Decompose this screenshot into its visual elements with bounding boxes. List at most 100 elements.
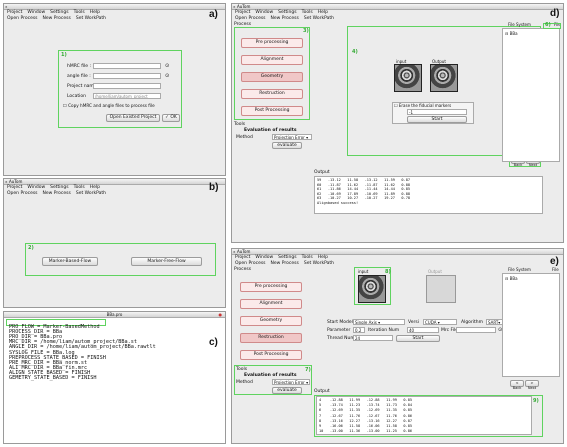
browse-hmrc-icon[interactable]: ⊙: [165, 63, 169, 69]
menu-tools[interactable]: Tools: [302, 10, 313, 15]
geometry-button[interactable]: Geometry: [240, 316, 302, 326]
angle-file-label: angle file :: [67, 74, 91, 79]
iteration-input[interactable]: 40: [407, 327, 439, 333]
menu-tools[interactable]: Tools: [74, 185, 85, 190]
menu-window[interactable]: Window: [255, 255, 273, 260]
menu-project[interactable]: Project: [7, 10, 22, 15]
start-button[interactable]: Start: [407, 116, 467, 123]
marker-based-flow-button[interactable]: Marker-Based-Flow: [42, 257, 98, 266]
thread-input[interactable]: 24: [353, 335, 393, 341]
marker-free-flow-button[interactable]: Marker-Free-Flow: [131, 257, 202, 266]
open-process-button[interactable]: Open Process: [7, 191, 38, 196]
location-label: Location: [67, 94, 87, 99]
menu-settings[interactable]: Settings: [50, 185, 68, 190]
open-process-button[interactable]: Open Process: [7, 16, 38, 21]
file-tab[interactable]: File: [552, 267, 559, 272]
box-number: 2): [28, 245, 34, 251]
start-model-label: Start Model: [327, 320, 353, 325]
location-input[interactable]: /home/liam/autom_project: [93, 93, 161, 99]
new-process-button[interactable]: New Process: [43, 16, 71, 21]
menu-tools[interactable]: Tools: [74, 10, 85, 15]
set-workpath-button[interactable]: Set WorkPath: [304, 16, 334, 21]
new-process-button[interactable]: New Process: [43, 191, 71, 196]
panel-label-d: d): [550, 8, 560, 19]
erase-checkbox[interactable]: ☐ Erase the fiducial markers: [394, 103, 451, 108]
preprocessing-button[interactable]: Pre processing: [241, 38, 303, 48]
output-image-label: Output: [428, 269, 442, 274]
restruction-button[interactable]: Restruction: [240, 333, 302, 343]
toolbar: Open Process New Process Set WorkPath: [4, 16, 225, 22]
new-process-button[interactable]: New Process: [271, 16, 299, 21]
next-button[interactable]: > Next: [525, 380, 539, 390]
evaluation-label: Evaluation of results: [244, 128, 297, 133]
method-select[interactable]: Projection Error ▾: [272, 134, 312, 140]
app-icon: ✕: [233, 5, 236, 9]
hmrc-file-input[interactable]: [93, 63, 161, 69]
app-icon: ✕: [233, 250, 236, 254]
menu-help[interactable]: Help: [318, 255, 328, 260]
set-workpath-button[interactable]: Set WorkPath: [76, 191, 106, 196]
panel-label-b: b): [209, 182, 219, 193]
start-button[interactable]: Start: [396, 335, 440, 342]
start-model-select[interactable]: Single Axis ▾: [353, 319, 405, 325]
input-label: input: [358, 269, 369, 274]
tools-label: Tools: [236, 367, 248, 372]
erase-value-input[interactable]: -1: [407, 109, 467, 115]
alignment-button[interactable]: Alignment: [240, 299, 302, 309]
menu-help[interactable]: Help: [90, 185, 100, 190]
copy-files-checkbox[interactable]: ☐ Copy hMRC and angle files to process f…: [63, 103, 155, 108]
tree-item-bba[interactable]: ⊟ BBa: [505, 31, 518, 36]
menu-window[interactable]: Window: [255, 10, 273, 15]
alignment-button[interactable]: Alignment: [241, 55, 303, 65]
menu-settings[interactable]: Settings: [278, 255, 296, 260]
project-name-input[interactable]: [93, 83, 161, 89]
open-process-button[interactable]: Open Process: [235, 16, 266, 21]
menu-window[interactable]: Window: [27, 185, 45, 190]
menu-help[interactable]: Help: [90, 10, 100, 15]
post-processing-button[interactable]: Post Processing: [240, 350, 302, 360]
menu-project[interactable]: Project: [235, 10, 250, 15]
set-workpath-button[interactable]: Set WorkPath: [76, 16, 106, 21]
post-processing-button[interactable]: Post Processing: [241, 106, 303, 116]
method-value: Projection Error: [274, 135, 305, 140]
set-workpath-button[interactable]: Set WorkPath: [304, 261, 334, 266]
evaluate-button[interactable]: evaluate: [272, 387, 302, 394]
back-button[interactable]: < Back: [510, 380, 524, 390]
tree-item-bba[interactable]: ⊟ BBa: [505, 276, 518, 281]
evaluate-button[interactable]: evaluate: [272, 142, 302, 149]
panel-label-e: e): [550, 256, 559, 267]
app-icon: ✕: [5, 5, 8, 9]
menu-settings[interactable]: Settings: [50, 10, 68, 15]
new-process-form: 1) hMRC file : ⊙ angle file : ⊙ Project …: [58, 50, 182, 128]
open-existed-project-button[interactable]: Open Existed Project: [106, 114, 160, 122]
app-icon: ✕: [5, 180, 8, 184]
menu-settings[interactable]: Settings: [278, 10, 296, 15]
output-title: Output: [314, 389, 330, 394]
menu-help[interactable]: Help: [318, 10, 328, 15]
method-select[interactable]: Projection Error ▾: [272, 379, 310, 385]
browse-angle-icon[interactable]: ⊙: [165, 73, 169, 79]
version-select[interactable]: CUDA ▾: [423, 319, 457, 325]
ok-label: OK: [170, 115, 177, 120]
menu-project[interactable]: Project: [7, 185, 22, 190]
title-bar: BBa.pro ●: [4, 312, 225, 318]
open-process-button[interactable]: Open Process: [235, 261, 266, 266]
output-console[interactable]: 59 -13.12 11.58 -13.12 11.59 0.87 60 -11.…: [314, 176, 543, 214]
hmrc-file-label: hMRC file :: [67, 64, 92, 69]
geometry-button[interactable]: Geometry: [241, 72, 303, 82]
output-title: Output: [314, 170, 330, 175]
restruction-button[interactable]: Restruction: [241, 89, 303, 99]
window-b: ✕ AuTom Project Window Settings Tools Help Op…: [3, 178, 226, 308]
angle-file-input[interactable]: [93, 73, 161, 79]
menu-project[interactable]: Project: [235, 255, 250, 260]
new-process-button[interactable]: New Process: [271, 261, 299, 266]
menu-tools[interactable]: Tools: [302, 255, 313, 260]
parameter-input[interactable]: 0.2: [353, 327, 365, 333]
mrc-file-input[interactable]: [456, 327, 496, 333]
preprocessing-button[interactable]: Pre processing: [240, 282, 302, 292]
ok-button[interactable]: ✓ OK: [162, 114, 180, 122]
close-icon[interactable]: ●: [219, 312, 224, 318]
menu-window[interactable]: Window: [27, 10, 45, 15]
output-console[interactable]: 4 -12.88 11.99 -12.88 11.99 0.85 5 -13.74…: [316, 396, 532, 435]
file-system-label: File System: [508, 22, 531, 27]
